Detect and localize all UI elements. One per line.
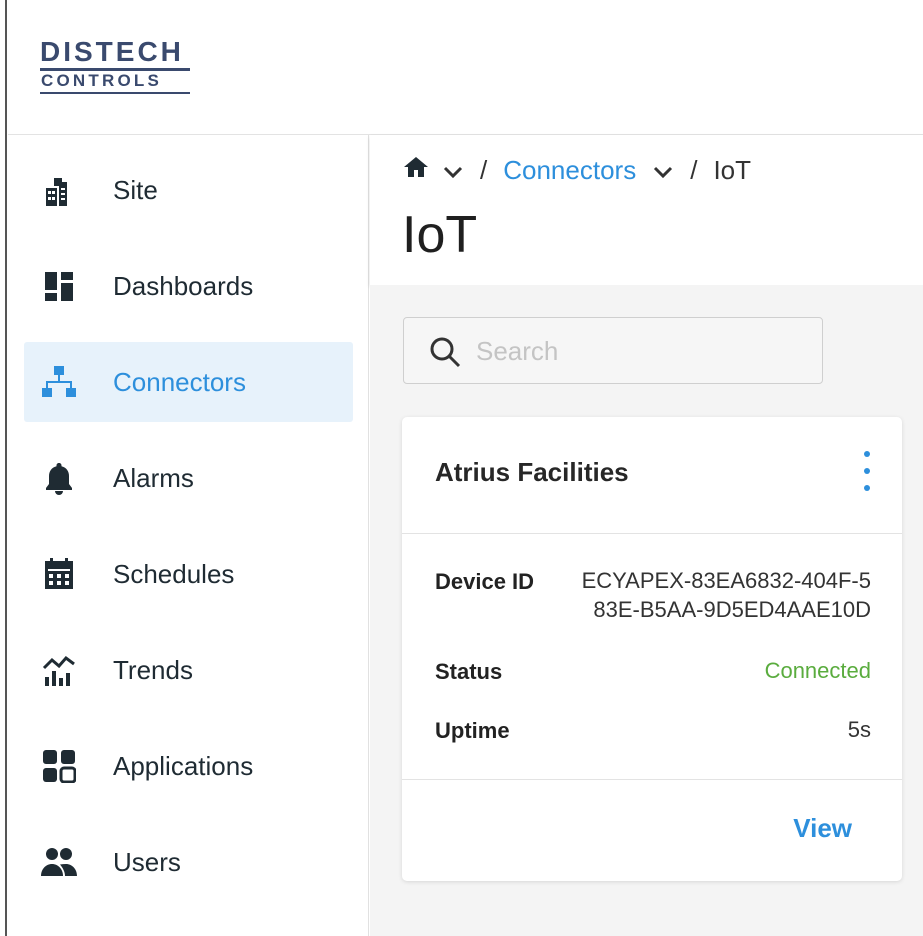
page-header: / Connectors / IoT IoT bbox=[370, 135, 923, 285]
view-button[interactable]: View bbox=[793, 813, 852, 844]
card-divider bbox=[402, 779, 902, 780]
sidebar-item-site[interactable]: Site bbox=[24, 150, 353, 230]
status-label: Status bbox=[435, 659, 503, 684]
card-title: Atrius Facilities bbox=[435, 457, 629, 487]
apps-grid-icon bbox=[40, 747, 78, 785]
connector-card: Atrius Facilities Device ID ECYAPEX-83EA… bbox=[402, 417, 902, 881]
sidebar-item-label: Schedules bbox=[113, 558, 235, 589]
sidebar-item-label: Connectors bbox=[113, 366, 246, 397]
distech-controls-logo[interactable]: DISTECH CONTROLS bbox=[40, 38, 192, 100]
sidebar-item-label: Users bbox=[113, 846, 181, 877]
more-options-icon[interactable] bbox=[857, 451, 877, 491]
sidebar-item-connectors[interactable]: Connectors bbox=[24, 342, 353, 422]
card-divider bbox=[402, 533, 902, 534]
device-id-label: Device ID bbox=[435, 569, 535, 594]
sidebar-item-label: Trends bbox=[113, 654, 193, 685]
dashboard-icon bbox=[40, 267, 78, 305]
trend-chart-icon bbox=[40, 651, 78, 689]
page-title: IoT bbox=[402, 206, 478, 264]
uptime-value: 5s bbox=[847, 717, 871, 742]
search-icon bbox=[430, 337, 461, 368]
main-content: Atrius Facilities Device ID ECYAPEX-83EA… bbox=[370, 285, 923, 936]
sidebar-item-dashboards[interactable]: Dashboards bbox=[24, 246, 353, 326]
device-id-line-1: ECYAPEX-83EA6832-404F-5 bbox=[581, 568, 871, 593]
breadcrumb-separator: / bbox=[480, 155, 488, 185]
users-icon bbox=[40, 843, 78, 881]
logo-line-1: DISTECH bbox=[40, 36, 184, 67]
breadcrumb: / Connectors / IoT bbox=[402, 155, 751, 186]
status-value: Connected bbox=[764, 658, 871, 683]
sidebar-nav: Site Dashboards Connectors Alarms Schedu… bbox=[8, 135, 369, 936]
sidebar-item-label: Dashboards bbox=[113, 270, 254, 301]
sidebar-item-label: Site bbox=[113, 174, 158, 205]
sidebar-item-trends[interactable]: Trends bbox=[24, 630, 353, 710]
calendar-icon bbox=[40, 555, 78, 593]
window-left-border bbox=[0, 0, 7, 936]
sidebar-item-applications[interactable]: Applications bbox=[24, 726, 353, 806]
sidebar-item-users[interactable]: Users bbox=[24, 822, 353, 902]
bell-icon bbox=[40, 459, 78, 497]
search-input[interactable] bbox=[476, 332, 796, 370]
breadcrumb-separator: / bbox=[690, 155, 698, 185]
logo-underline bbox=[40, 92, 190, 94]
home-icon[interactable] bbox=[402, 155, 430, 186]
search-box[interactable] bbox=[403, 317, 823, 384]
chevron-down-icon[interactable] bbox=[652, 155, 674, 186]
sidebar-item-alarms[interactable]: Alarms bbox=[24, 438, 353, 518]
chevron-down-icon[interactable] bbox=[442, 155, 464, 186]
device-id-line-2: 83E-B5AA-9D5ED4AAE10D bbox=[593, 597, 871, 622]
breadcrumb-connectors-link[interactable]: Connectors bbox=[503, 155, 636, 186]
device-id-value: ECYAPEX-83EA6832-404F-5 83E-B5AA-9D5ED4A… bbox=[582, 566, 871, 624]
building-icon bbox=[40, 171, 78, 209]
sidebar-item-schedules[interactable]: Schedules bbox=[24, 534, 353, 614]
network-icon bbox=[40, 363, 78, 401]
breadcrumb-current: IoT bbox=[713, 155, 752, 185]
uptime-label: Uptime bbox=[435, 718, 510, 743]
sidebar-item-label: Applications bbox=[113, 750, 254, 781]
sidebar-item-label: Alarms bbox=[113, 462, 194, 493]
logo-line-2: CONTROLS bbox=[41, 71, 162, 90]
